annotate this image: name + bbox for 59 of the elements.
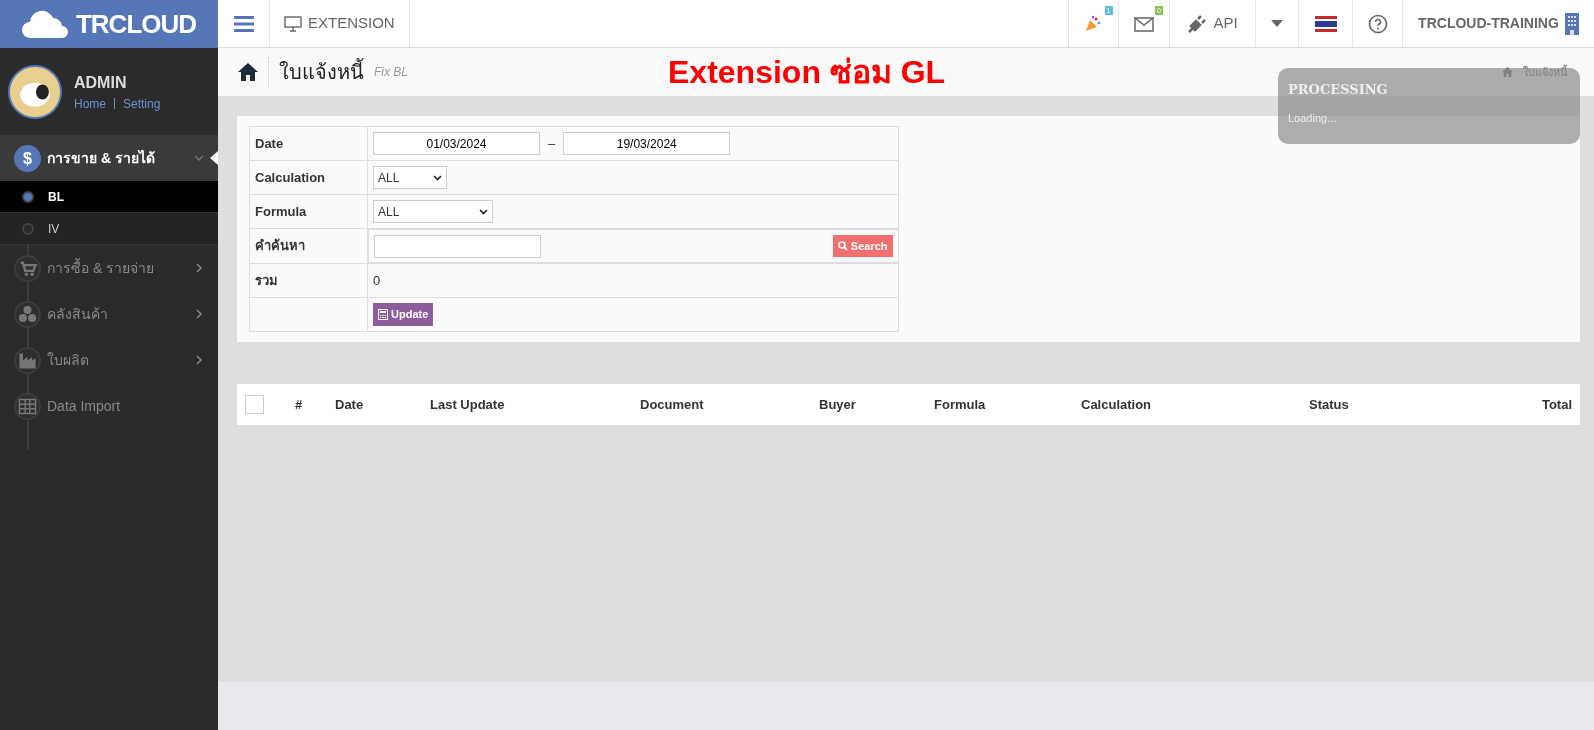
column-header[interactable]: Status	[1309, 394, 1349, 415]
dollar-icon: $	[14, 144, 41, 172]
avatar	[8, 64, 62, 119]
field-label: Formula	[255, 203, 307, 219]
processing-title: PROCESSING	[1288, 81, 1389, 99]
total-value: 0	[373, 272, 381, 288]
column-header[interactable]: Calculation	[1081, 394, 1152, 415]
table-icon	[14, 392, 41, 420]
search-field[interactable]	[374, 234, 541, 258]
help-icon	[1367, 13, 1388, 34]
column-header[interactable]: #	[295, 394, 303, 415]
user-name: ADMIN	[74, 72, 128, 93]
home-icon[interactable]	[238, 63, 258, 81]
field-label: Calculation	[255, 169, 326, 185]
update-button[interactable]: Update	[373, 303, 434, 326]
user-link[interactable]: Setting	[123, 94, 161, 113]
column-header[interactable]: Total	[1541, 394, 1572, 415]
column-header[interactable]: Document	[640, 394, 704, 415]
chevron-down-icon	[479, 208, 488, 215]
cubes-icon	[14, 300, 41, 328]
caret-icon	[1271, 20, 1283, 27]
user-link[interactable]: Home	[74, 94, 106, 113]
cloud-icon	[21, 10, 70, 38]
column-header[interactable]: Formula	[934, 394, 986, 415]
plug-icon	[1187, 13, 1208, 34]
sidebar-item[interactable]: การซื้อ & รายจ่าย	[0, 245, 218, 291]
column-header[interactable]: Date	[335, 394, 364, 415]
column-header[interactable]: Last Update	[430, 394, 505, 415]
pointer-icon	[210, 151, 218, 165]
calculator-icon	[378, 309, 388, 320]
monitor-icon	[284, 15, 302, 32]
page-title: ใบแจ้งหนี้	[268, 57, 364, 87]
mail-icon	[1134, 15, 1154, 34]
date-field[interactable]: 19/03/2024	[563, 132, 731, 155]
field-label: คำค้นหา	[255, 238, 305, 254]
annotation-text: Extension ซ่อม GL	[668, 53, 946, 92]
sidebar-item[interactable]: $ การขาย & รายได้	[0, 135, 218, 181]
flag-icon	[1314, 15, 1337, 32]
column-header[interactable]: Buyer	[819, 394, 856, 415]
select-field[interactable]: ALL	[373, 200, 493, 223]
submenu-item[interactable]: BL	[0, 181, 218, 213]
sidebar-item[interactable]: ใบผลิต	[0, 337, 218, 383]
field-label: รวม	[255, 272, 278, 288]
cart-icon	[14, 254, 41, 282]
separator-text: –	[548, 135, 556, 151]
field-label: Date	[255, 135, 284, 151]
building-icon	[1564, 12, 1579, 35]
chevron-down-icon	[433, 174, 442, 181]
search-icon	[837, 241, 848, 251]
factory-icon	[14, 346, 41, 374]
page-subtitle: Fix BL	[374, 64, 408, 81]
sidebar-item[interactable]: คลังสินค้า	[0, 291, 218, 337]
select-all-checkbox[interactable]	[245, 395, 264, 414]
select-field[interactable]: ALL	[373, 166, 447, 189]
date-field[interactable]: 01/03/2024	[373, 132, 540, 155]
sidebar-item[interactable]: Data Import	[0, 383, 218, 429]
loading-text: Loading...	[1288, 110, 1338, 126]
menu-icon	[233, 15, 254, 32]
submenu-item[interactable]: IV	[0, 213, 218, 245]
